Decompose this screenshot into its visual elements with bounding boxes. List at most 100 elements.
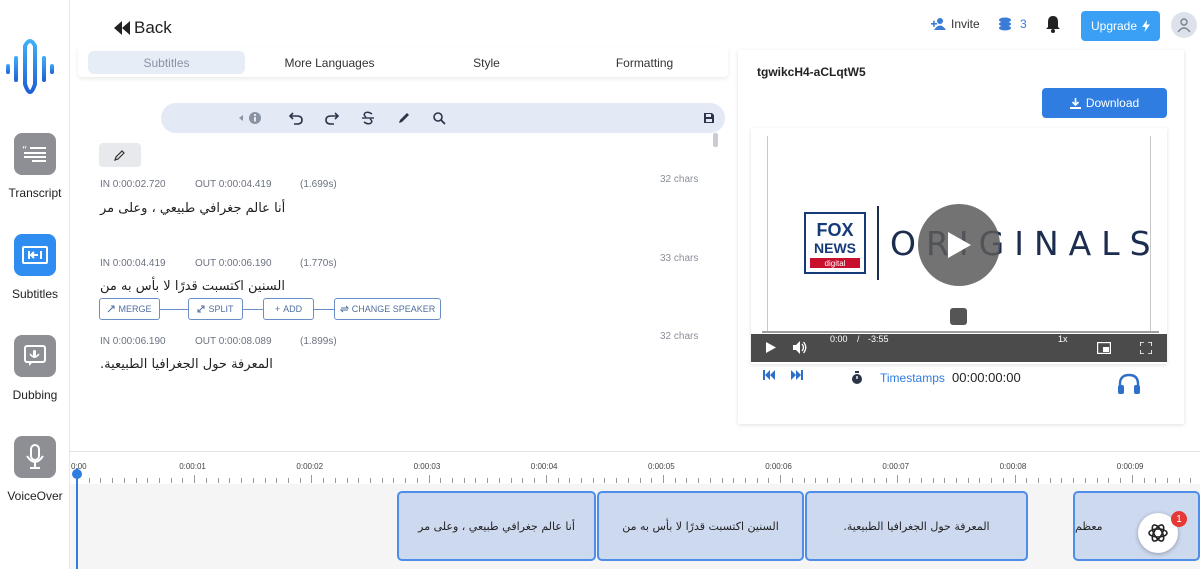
timeline-tick xyxy=(463,478,465,483)
strikethrough-icon[interactable] xyxy=(360,110,376,126)
timeline-tick xyxy=(709,478,711,483)
sidebar-item-dubbing[interactable]: Dubbing xyxy=(0,335,70,402)
timeline-tick xyxy=(616,478,618,483)
pencil-icon xyxy=(114,150,125,161)
credits-indicator[interactable]: 3 xyxy=(998,17,1027,31)
subtitle-text[interactable]: أنا عالم جغرافي طبيعي ، وعلى مر xyxy=(100,201,285,216)
timeline-tick xyxy=(498,478,500,483)
fox-news-logo: FOX NEWS digital xyxy=(804,212,866,274)
subtitle-list-scrollbar[interactable] xyxy=(713,133,718,147)
timeline-tick xyxy=(862,478,864,483)
timeline-tick-label: 0:00:04 xyxy=(530,462,558,471)
bell-icon xyxy=(1046,16,1060,33)
save-icon[interactable] xyxy=(701,110,717,126)
timeline-tick xyxy=(358,478,360,483)
play-icon xyxy=(766,342,776,353)
change-speaker-button[interactable]: CHANGE SPEAKER xyxy=(334,298,441,320)
upgrade-button[interactable]: Upgrade xyxy=(1081,11,1160,41)
playback-speed[interactable]: 1x xyxy=(1058,334,1068,344)
double-chevron-left-icon xyxy=(114,21,130,35)
add-button[interactable]: + ADD xyxy=(263,298,314,320)
timestamp-value[interactable]: 00:00:00:00 xyxy=(952,370,1021,385)
timeline-clip[interactable]: أنا عالم جغرافي طبيعي ، وعلى مر xyxy=(397,491,596,561)
out-time[interactable]: OUT 0:00:06.190 xyxy=(195,258,272,269)
timeline-clip[interactable]: السنين اكتسبت قدرًا لا بأس به من xyxy=(597,491,804,561)
invite-button[interactable]: Invite xyxy=(931,17,980,31)
in-time[interactable]: IN 0:00:04.419 xyxy=(100,258,166,269)
time-separator: / xyxy=(857,334,860,344)
play-button[interactable] xyxy=(766,342,776,353)
avatar[interactable] xyxy=(1171,12,1197,38)
timeline-tick-label: 0:00:03 xyxy=(413,462,441,471)
skip-forward-icon xyxy=(791,370,803,380)
timeline-tick xyxy=(838,478,840,483)
timeline-tick xyxy=(932,478,934,483)
tab-style[interactable]: Style xyxy=(408,51,565,74)
fullscreen-button[interactable] xyxy=(1140,342,1152,354)
skip-forward-button[interactable] xyxy=(790,370,803,380)
file-id: tgwikcH4-aCLqtW5 xyxy=(757,65,866,79)
merge-icon xyxy=(108,305,115,313)
edit-button[interactable] xyxy=(99,143,141,167)
split-button[interactable]: SPLIT xyxy=(188,298,243,320)
tab-subtitles[interactable]: Subtitles xyxy=(88,51,245,74)
merge-button[interactable]: MERGE xyxy=(99,298,160,320)
search-icon[interactable] xyxy=(431,110,447,126)
playhead[interactable] xyxy=(76,468,78,569)
timeline-tick xyxy=(756,478,758,483)
timeline-tick xyxy=(205,478,207,483)
tab-more-languages[interactable]: More Languages xyxy=(251,51,408,74)
in-time[interactable]: IN 0:00:06.190 xyxy=(100,336,166,347)
timestamps-label: Timestamps xyxy=(880,371,945,385)
in-time[interactable]: IN 0:00:02.720 xyxy=(100,179,166,190)
timeline-ruler[interactable] xyxy=(70,452,1200,484)
play-overlay-button[interactable] xyxy=(918,204,1000,286)
redo-icon[interactable] xyxy=(324,110,340,126)
sidebar-item-voiceover[interactable]: VoiceOver xyxy=(0,436,70,503)
timeline-tick xyxy=(557,478,559,483)
pencil-icon[interactable] xyxy=(396,110,412,126)
sidebar-item-label: Dubbing xyxy=(12,388,58,402)
subtitle-text[interactable]: السنين اكتسبت قدرًا لا بأس به من xyxy=(100,279,285,294)
timeline-tick xyxy=(241,478,243,483)
transcript-icon: “ xyxy=(14,133,56,175)
notifications-button[interactable] xyxy=(1045,15,1061,38)
undo-icon[interactable] xyxy=(288,110,304,126)
seek-handle[interactable] xyxy=(950,308,967,325)
skip-back-button[interactable] xyxy=(763,370,776,380)
timeline-tick xyxy=(1178,478,1180,483)
timeline-tick xyxy=(1131,475,1133,483)
timeline-tick xyxy=(944,478,946,483)
subtitle-text[interactable]: المعرفة حول الجغرافيا الطبيعية. xyxy=(100,357,273,372)
subtitles-icon xyxy=(14,234,56,276)
info-icon[interactable] xyxy=(239,110,265,126)
back-button[interactable]: Back xyxy=(114,18,172,38)
volume-icon xyxy=(793,341,807,354)
timeline-tick xyxy=(1073,478,1075,483)
sidebar-item-transcript[interactable]: “ Transcript xyxy=(0,133,70,200)
timeline-clip[interactable]: المعرفة حول الجغرافيا الطبيعية. xyxy=(805,491,1028,561)
timeline-tick xyxy=(967,478,969,483)
picture-in-picture-button[interactable] xyxy=(1097,342,1111,354)
sidebar-item-subtitles[interactable]: Subtitles xyxy=(0,234,70,301)
timeline-tick xyxy=(780,475,782,483)
upgrade-label: Upgrade xyxy=(1090,19,1138,33)
playhead-handle[interactable] xyxy=(72,469,82,479)
timeline-tick xyxy=(639,478,641,483)
timeline-tick xyxy=(885,478,887,483)
timeline-tick xyxy=(88,478,90,483)
audio-button[interactable] xyxy=(1117,373,1141,395)
timeline-tick xyxy=(1084,478,1086,483)
out-time[interactable]: OUT 0:00:04.419 xyxy=(195,179,272,190)
timeline-tick xyxy=(381,478,383,483)
stopwatch-button[interactable] xyxy=(851,371,863,385)
timeline-tick-label: 0:00:01 xyxy=(179,462,206,471)
notification-badge: 1 xyxy=(1171,511,1187,527)
timeline-tick xyxy=(194,475,196,483)
out-time[interactable]: OUT 0:00:08.089 xyxy=(195,336,272,347)
download-button[interactable]: Download xyxy=(1042,88,1167,118)
volume-button[interactable] xyxy=(793,341,807,354)
timeline-tick xyxy=(663,475,664,483)
progress-bar[interactable] xyxy=(762,331,1159,333)
tab-formatting[interactable]: Formatting xyxy=(566,51,723,74)
